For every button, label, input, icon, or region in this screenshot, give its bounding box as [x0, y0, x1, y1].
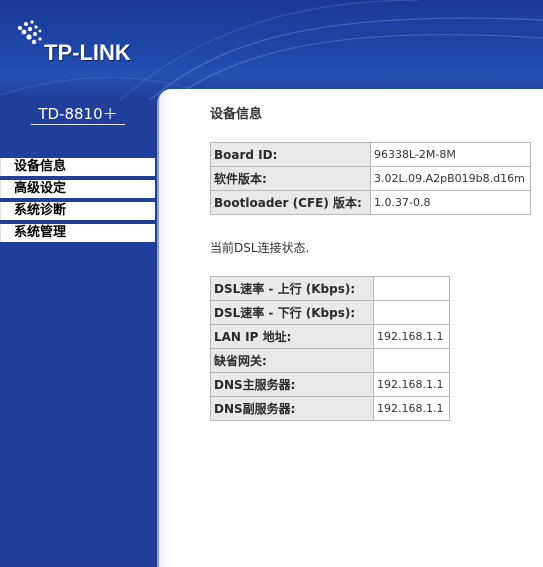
table-cell-key: DSL速率 - 下行 (Kbps):: [210, 300, 374, 325]
device-info-table: Board ID: 96338L-2M-8M 软件版本: 3.02L.09.A2…: [210, 142, 531, 215]
main-panel-inner: 设备信息 Board ID: 96338L-2M-8M 软件版本: 3.02L.…: [159, 89, 543, 567]
table-cell-value: [373, 348, 450, 373]
table-cell-key: 缺省网关:: [210, 348, 374, 373]
table-cell-value: 192.168.1.1: [373, 324, 450, 349]
table-row: DSL速率 - 上行 (Kbps):: [210, 276, 450, 301]
table-cell-key: 软件版本:: [210, 166, 371, 191]
dsl-status-note: 当前DSL连接状态.: [210, 241, 310, 255]
table-cell-key: LAN IP 地址:: [210, 324, 374, 349]
table-cell-value: [373, 300, 450, 325]
table-cell-key: DSL速率 - 上行 (Kbps):: [210, 276, 374, 301]
brand-logo: TP-LINK: [44, 40, 131, 65]
logo-icon: [18, 20, 42, 45]
table-cell-value: 1.0.37-0.8: [370, 190, 531, 215]
table-row: LAN IP 地址: 192.168.1.1: [210, 324, 450, 349]
table-cell-value: 3.02L.09.A2pB019b8.d16m: [370, 166, 531, 191]
table-cell-key: DNS副服务器:: [210, 396, 374, 421]
table-cell-value: [373, 276, 450, 301]
table-row: Board ID: 96338L-2M-8M: [210, 142, 531, 167]
table-row: Bootloader (CFE) 版本: 1.0.37-0.8: [210, 190, 531, 215]
dsl-status-table: DSL速率 - 上行 (Kbps): DSL速率 - 下行 (Kbps): LA…: [210, 276, 450, 421]
sidebar-item-diagnostics[interactable]: 系统诊断: [0, 202, 155, 220]
table-cell-key: Bootloader (CFE) 版本:: [210, 190, 371, 215]
table-cell-value: 96338L-2M-8M: [370, 142, 531, 167]
table-row: DNS主服务器: 192.168.1.1: [210, 372, 450, 397]
sidebar-nav: 设备信息 高级设定 系统诊断 系统管理: [0, 158, 156, 246]
sidebar-item-device-info[interactable]: 设备信息: [0, 158, 155, 176]
main-panel: 设备信息 Board ID: 96338L-2M-8M 软件版本: 3.02L.…: [157, 89, 543, 567]
table-cell-value: 192.168.1.1: [373, 396, 450, 421]
page-title: 设备信息: [210, 107, 263, 122]
header-banner: TP-LINK: [0, 0, 543, 100]
table-row: 缺省网关:: [210, 348, 450, 373]
sidebar-item-management[interactable]: 系统管理: [0, 224, 155, 242]
table-row: 软件版本: 3.02L.09.A2pB019b8.d16m: [210, 166, 531, 191]
model-label: TD-8810＋: [31, 103, 125, 125]
sidebar-item-advanced-settings[interactable]: 高级设定: [0, 180, 155, 198]
table-cell-value: 192.168.1.1: [373, 372, 450, 397]
table-cell-key: DNS主服务器:: [210, 372, 374, 397]
table-cell-key: Board ID:: [210, 142, 371, 167]
table-row: DSL速率 - 下行 (Kbps):: [210, 300, 450, 325]
table-row: DNS副服务器: 192.168.1.1: [210, 396, 450, 421]
